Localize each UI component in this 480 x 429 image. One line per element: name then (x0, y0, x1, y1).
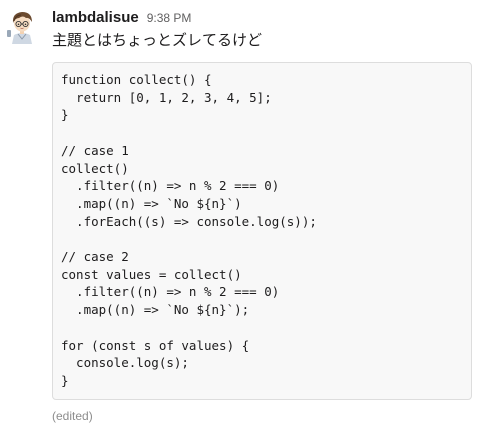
message-timestamp[interactable]: 9:38 PM (147, 11, 192, 25)
sender-name[interactable]: lambdalisue (52, 9, 139, 26)
message-header: lambdalisue 9:38 PM (52, 9, 191, 29)
code-content: function collect() { return [0, 1, 2, 3,… (61, 72, 317, 388)
code-block: function collect() { return [0, 1, 2, 3,… (52, 62, 472, 400)
message: lambdalisue 9:38 PM 主題とはちょっとズレてるけど funct… (0, 0, 480, 429)
edited-label: (edited) (52, 409, 93, 423)
avatar-illustration (4, 8, 40, 44)
user-avatar-icon[interactable] (4, 8, 40, 44)
message-text: 主題とはちょっとズレてるけど (52, 32, 263, 49)
